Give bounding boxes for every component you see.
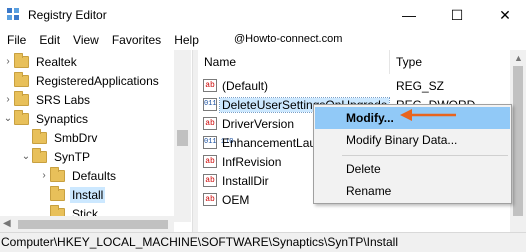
tree-item-install[interactable]: Install xyxy=(38,185,106,204)
folder-icon xyxy=(32,147,47,163)
close-button[interactable]: ✕ xyxy=(482,0,526,30)
menu-favorites[interactable]: Favorites xyxy=(105,30,167,50)
value-row[interactable]: ab (Default) REG_SZ xyxy=(198,76,526,95)
tree-item-label: RegisteredApplications xyxy=(36,73,159,88)
menu-item-delete[interactable]: Delete xyxy=(315,158,510,180)
tree-item-label: Synaptics xyxy=(36,111,89,126)
tree-horizontal-scrollbar[interactable]: ◀ xyxy=(0,216,174,233)
tree-item-label: SynTP xyxy=(54,149,91,164)
title-bar: Registry Editor — ☐ ✕ xyxy=(0,0,526,30)
binary-value-icon: 011 110 xyxy=(203,136,233,149)
folder-icon xyxy=(14,90,29,106)
column-header-name[interactable]: Name xyxy=(198,50,390,74)
window-title: Registry Editor xyxy=(28,8,107,22)
binary-value-icon: 011 110 xyxy=(203,98,233,111)
collapse-icon[interactable]: ⌄ xyxy=(20,151,32,162)
scrollbar-thumb[interactable] xyxy=(513,66,523,216)
folder-icon xyxy=(14,71,29,87)
tree-item-defaults[interactable]: › Defaults xyxy=(38,166,118,185)
value-type: REG_SZ xyxy=(396,78,445,93)
string-value-icon: ab xyxy=(203,155,217,168)
menu-view[interactable]: View xyxy=(66,30,105,50)
menu-item-modify-binary-data[interactable]: Modify Binary Data... xyxy=(315,129,510,151)
tree-item-syntp[interactable]: ⌄ SynTP xyxy=(20,147,92,166)
registry-tree: › Realtek RegisteredApplications › SRS L… xyxy=(0,50,192,232)
string-value-icon: ab xyxy=(203,117,217,130)
scrollbar-thumb[interactable] xyxy=(18,220,168,229)
registry-editor-icon xyxy=(7,8,19,20)
watermark-text: @Howto-connect.com xyxy=(234,33,343,45)
status-bar-path: Computer\HKEY_LOCAL_MACHINE\SOFTWARE\Syn… xyxy=(0,232,526,252)
expand-icon[interactable]: › xyxy=(2,56,14,67)
tree-item-label: SRS Labs xyxy=(36,92,91,107)
expand-icon[interactable]: › xyxy=(38,170,50,181)
menu-separator xyxy=(342,155,508,156)
folder-icon xyxy=(14,52,29,68)
tree-item-label: Defaults xyxy=(72,168,117,183)
tree-item-srs-labs[interactable]: › SRS Labs xyxy=(2,90,92,109)
menu-edit[interactable]: Edit xyxy=(32,30,66,50)
value-name: DriverVersion xyxy=(222,116,295,131)
collapse-icon[interactable]: ⌄ xyxy=(2,113,14,124)
folder-icon xyxy=(14,109,29,125)
value-name: OEM xyxy=(222,192,250,207)
menu-help[interactable]: Help xyxy=(167,30,205,50)
string-value-icon: ab xyxy=(203,193,217,206)
scroll-left-icon[interactable]: ◀ xyxy=(3,218,11,229)
column-header-type[interactable]: Type xyxy=(390,50,526,74)
tree-item-smbdrv[interactable]: SmbDrv xyxy=(20,128,99,147)
values-vertical-scrollbar[interactable]: ▲ xyxy=(510,50,526,232)
scrollbar-thumb[interactable] xyxy=(177,130,188,146)
tree-item-label: SmbDrv xyxy=(54,130,98,145)
folder-icon xyxy=(32,128,47,144)
scroll-up-icon[interactable]: ▲ xyxy=(514,53,523,63)
menu-file[interactable]: File xyxy=(0,30,32,50)
annotation-arrow-icon xyxy=(400,109,456,121)
folder-icon xyxy=(50,185,65,201)
tree-item-registeredapplications[interactable]: RegisteredApplications xyxy=(2,71,161,90)
maximize-button[interactable]: ☐ xyxy=(434,0,480,30)
value-name: InstallDir xyxy=(222,173,269,188)
value-name: InfRevision xyxy=(222,154,282,169)
tree-item-synaptics[interactable]: ⌄ Synaptics xyxy=(2,109,90,128)
folder-icon xyxy=(50,166,65,182)
tree-item-realtek[interactable]: › Realtek xyxy=(2,52,79,71)
tree-item-label: Realtek xyxy=(36,54,77,69)
minimize-button[interactable]: — xyxy=(386,0,432,30)
expand-icon[interactable]: › xyxy=(2,94,14,105)
string-value-icon: ab xyxy=(203,79,217,92)
tree-vertical-scrollbar[interactable] xyxy=(174,50,191,222)
tree-item-label: Install xyxy=(70,186,106,203)
string-value-icon: ab xyxy=(203,174,217,187)
menu-item-rename[interactable]: Rename xyxy=(315,180,510,202)
value-name: (Default) xyxy=(222,78,269,93)
